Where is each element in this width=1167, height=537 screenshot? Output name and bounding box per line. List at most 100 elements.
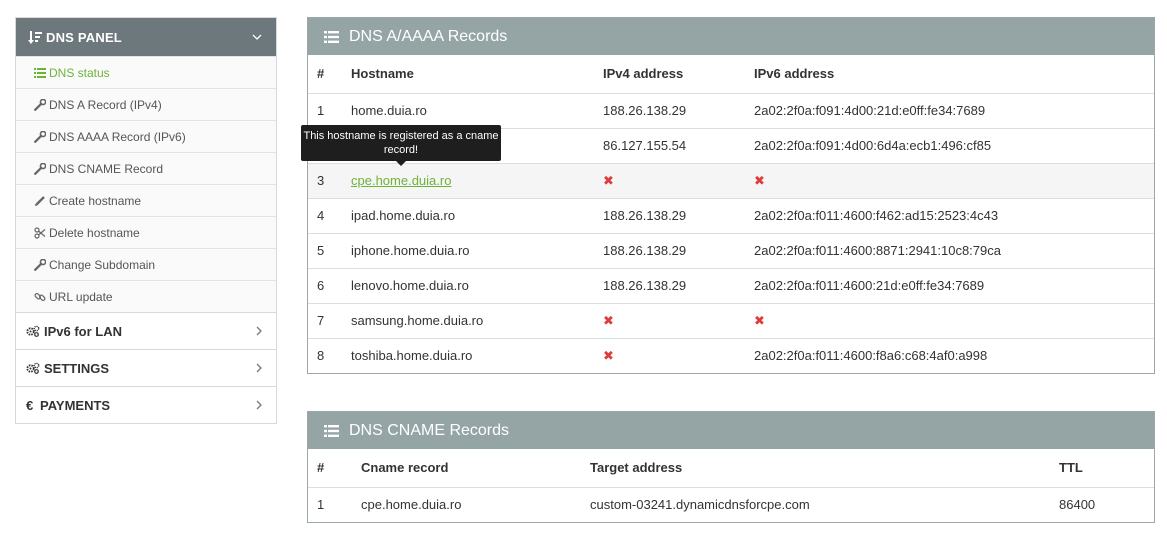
a-records-panel-header: DNS A/AAAA Records — [308, 18, 1154, 55]
table-row: 8 toshiba.home.duia.ro ✖ 2a02:2f0a:f011:… — [308, 337, 1154, 373]
missing-icon: ✖ — [603, 347, 614, 363]
sidebar-section-label: SETTINGS — [44, 360, 110, 376]
row-hostname: lenovo.home.duia.ro — [342, 267, 594, 303]
gears-icon — [26, 325, 40, 337]
table-header-row: # Hostname IPv4 address IPv6 address — [308, 55, 1154, 93]
row-ipv4: 188.26.138.29 — [594, 267, 745, 303]
missing-icon: ✖ — [754, 172, 765, 188]
sidebar-item-dns-aaaa-record[interactable]: DNS AAAA Record (IPv6) — [16, 120, 276, 152]
cname-tooltip: This hostname is registered as a cname r… — [301, 125, 501, 166]
table-row: 6 lenovo.home.duia.ro 188.26.138.29 2a02… — [308, 267, 1154, 303]
row-index: 8 — [308, 337, 342, 373]
row-ipv6: 2a02:2f0a:f011:4600:21d:e0ff:fe34:7689 — [745, 267, 1154, 303]
sidebar-item-dns-a-record[interactable]: DNS A Record (IPv4) — [16, 88, 276, 120]
missing-icon: ✖ — [603, 312, 614, 328]
table-row: 5 iphone.home.duia.ro 188.26.138.29 2a02… — [308, 232, 1154, 268]
sidebar-item-url-update[interactable]: URL update — [16, 280, 276, 312]
scissors-icon — [33, 226, 47, 239]
column-header-hostname: Hostname — [351, 66, 414, 82]
sidebar-item-delete-hostname[interactable]: Delete hostname — [16, 216, 276, 248]
row-hostname: ipad.home.duia.ro — [342, 197, 594, 233]
cname-records-panel-header: DNS CNAME Records — [308, 412, 1154, 449]
sidebar-section-ipv6-lan[interactable]: IPv6 for LAN — [16, 312, 276, 349]
table-header-row: # Cname record Target address TTL — [308, 449, 1154, 487]
row-ipv4: ✖ — [594, 337, 745, 373]
sidebar-header-label: DNS PANEL — [46, 29, 122, 45]
row-hostname: toshiba.home.duia.ro — [342, 337, 594, 373]
sidebar-header-dns-panel[interactable]: DNS PANEL — [16, 18, 276, 56]
row-target: custom-03241.dynamicdnsforcpe.com — [581, 486, 1050, 522]
sidebar-item-label: DNS status — [49, 65, 110, 80]
table-row: 1 cpe.home.duia.ro custom-03241.dynamicd… — [308, 486, 1154, 522]
list-icon — [33, 67, 47, 78]
sidebar-section-label: PAYMENTS — [40, 397, 111, 413]
wrench-icon — [33, 130, 47, 143]
sidebar-item-dns-status[interactable]: DNS status — [16, 56, 276, 88]
pencil-icon — [33, 195, 47, 207]
row-index: 7 — [308, 302, 342, 338]
row-cname: cpe.home.duia.ro — [352, 486, 581, 522]
column-header-index: # — [317, 460, 325, 476]
column-header-cname: Cname record — [361, 460, 449, 476]
cname-records-title: DNS CNAME Records — [349, 421, 510, 439]
table-row: 1 home.duia.ro 188.26.138.29 2a02:2f0a:f… — [308, 92, 1154, 128]
missing-icon: ✖ — [603, 172, 614, 188]
table-row: 3 cpe.home.duia.ro ✖ ✖ — [308, 162, 1154, 198]
sidebar-item-label: DNS CNAME Record — [49, 161, 164, 176]
wrench-icon — [33, 258, 47, 271]
column-header-index: # — [317, 66, 325, 82]
table-row: 7 samsung.home.duia.ro ✖ ✖ — [308, 302, 1154, 338]
sidebar-item-label: DNS A Record (IPv4) — [49, 97, 162, 112]
link-icon — [33, 291, 47, 303]
row-ipv4: ✖ — [594, 162, 745, 198]
sidebar-item-label: Change Subdomain — [49, 257, 156, 272]
a-records-panel: DNS A/AAAA Records # Hostname IPv4 addre… — [307, 17, 1155, 374]
row-ipv6: ✖ — [745, 302, 1154, 338]
row-index: 3 — [308, 162, 342, 198]
chevron-right-icon — [252, 326, 266, 336]
sidebar-section-settings[interactable]: SETTINGS — [16, 349, 276, 386]
row-hostname: home.duia.ro — [342, 92, 594, 128]
missing-icon: ✖ — [754, 312, 765, 328]
sidebar-item-create-hostname[interactable]: Create hostname — [16, 184, 276, 216]
cname-hostname-link[interactable]: cpe.home.duia.ro — [351, 173, 451, 188]
row-ipv6: 2a02:2f0a:f011:4600:8871:2941:10c8:79ca — [745, 232, 1154, 268]
a-records-table: # Hostname IPv4 address IPv6 address 1 h… — [308, 55, 1154, 373]
column-header-ttl: TTL — [1059, 460, 1083, 476]
column-header-ipv6: IPv6 address — [754, 66, 835, 82]
row-ipv6: 2a02:2f0a:f011:4600:f462:ad15:2523:4c43 — [745, 197, 1154, 233]
sidebar-item-label: DNS AAAA Record (IPv6) — [49, 129, 186, 144]
sidebar-item-label: URL update — [49, 289, 113, 304]
chevron-down-icon — [250, 34, 264, 40]
row-index: 5 — [308, 232, 342, 268]
row-hostname-cell: cpe.home.duia.ro — [342, 162, 594, 198]
column-header-ipv4: IPv4 address — [603, 66, 684, 82]
row-ipv4: ✖ — [594, 302, 745, 338]
a-records-title: DNS A/AAAA Records — [349, 27, 508, 45]
row-ipv6: 2a02:2f0a:f011:4600:f8a6:c68:4af0:a998 — [745, 337, 1154, 373]
row-hostname: samsung.home.duia.ro — [342, 302, 594, 338]
euro-icon: € — [26, 397, 34, 413]
row-ipv6: 2a02:2f0a:f091:4d00:6d4a:ecb1:496:cf85 — [745, 127, 1154, 163]
row-ipv4: 188.26.138.29 — [594, 92, 745, 128]
column-header-target: Target address — [590, 460, 683, 476]
sidebar-section-payments[interactable]: € PAYMENTS — [16, 386, 276, 423]
row-index: 6 — [308, 267, 342, 303]
row-ipv6: 2a02:2f0a:f091:4d00:21d:e0ff:fe34:7689 — [745, 92, 1154, 128]
sidebar-item-label: Create hostname — [49, 193, 142, 208]
chevron-right-icon — [252, 363, 266, 373]
row-ipv4: 86.127.155.54 — [594, 127, 745, 163]
cname-records-panel: DNS CNAME Records # Cname record Target … — [307, 411, 1155, 523]
row-hostname: iphone.home.duia.ro — [342, 232, 594, 268]
sidebar-item-dns-cname-record[interactable]: DNS CNAME Record — [16, 152, 276, 184]
row-ipv6: ✖ — [745, 162, 1154, 198]
row-index: 4 — [308, 197, 342, 233]
sidebar-item-change-subdomain[interactable]: Change Subdomain — [16, 248, 276, 280]
row-index: 1 — [308, 486, 352, 522]
sidebar-section-label: IPv6 for LAN — [44, 323, 123, 339]
sidebar: DNS PANEL DNS status DNS A Record (IPv4)… — [15, 17, 277, 424]
list-icon — [324, 424, 339, 437]
row-index: 1 — [308, 92, 342, 128]
table-row: 4 ipad.home.duia.ro 188.26.138.29 2a02:2… — [308, 197, 1154, 233]
list-icon — [324, 30, 339, 43]
